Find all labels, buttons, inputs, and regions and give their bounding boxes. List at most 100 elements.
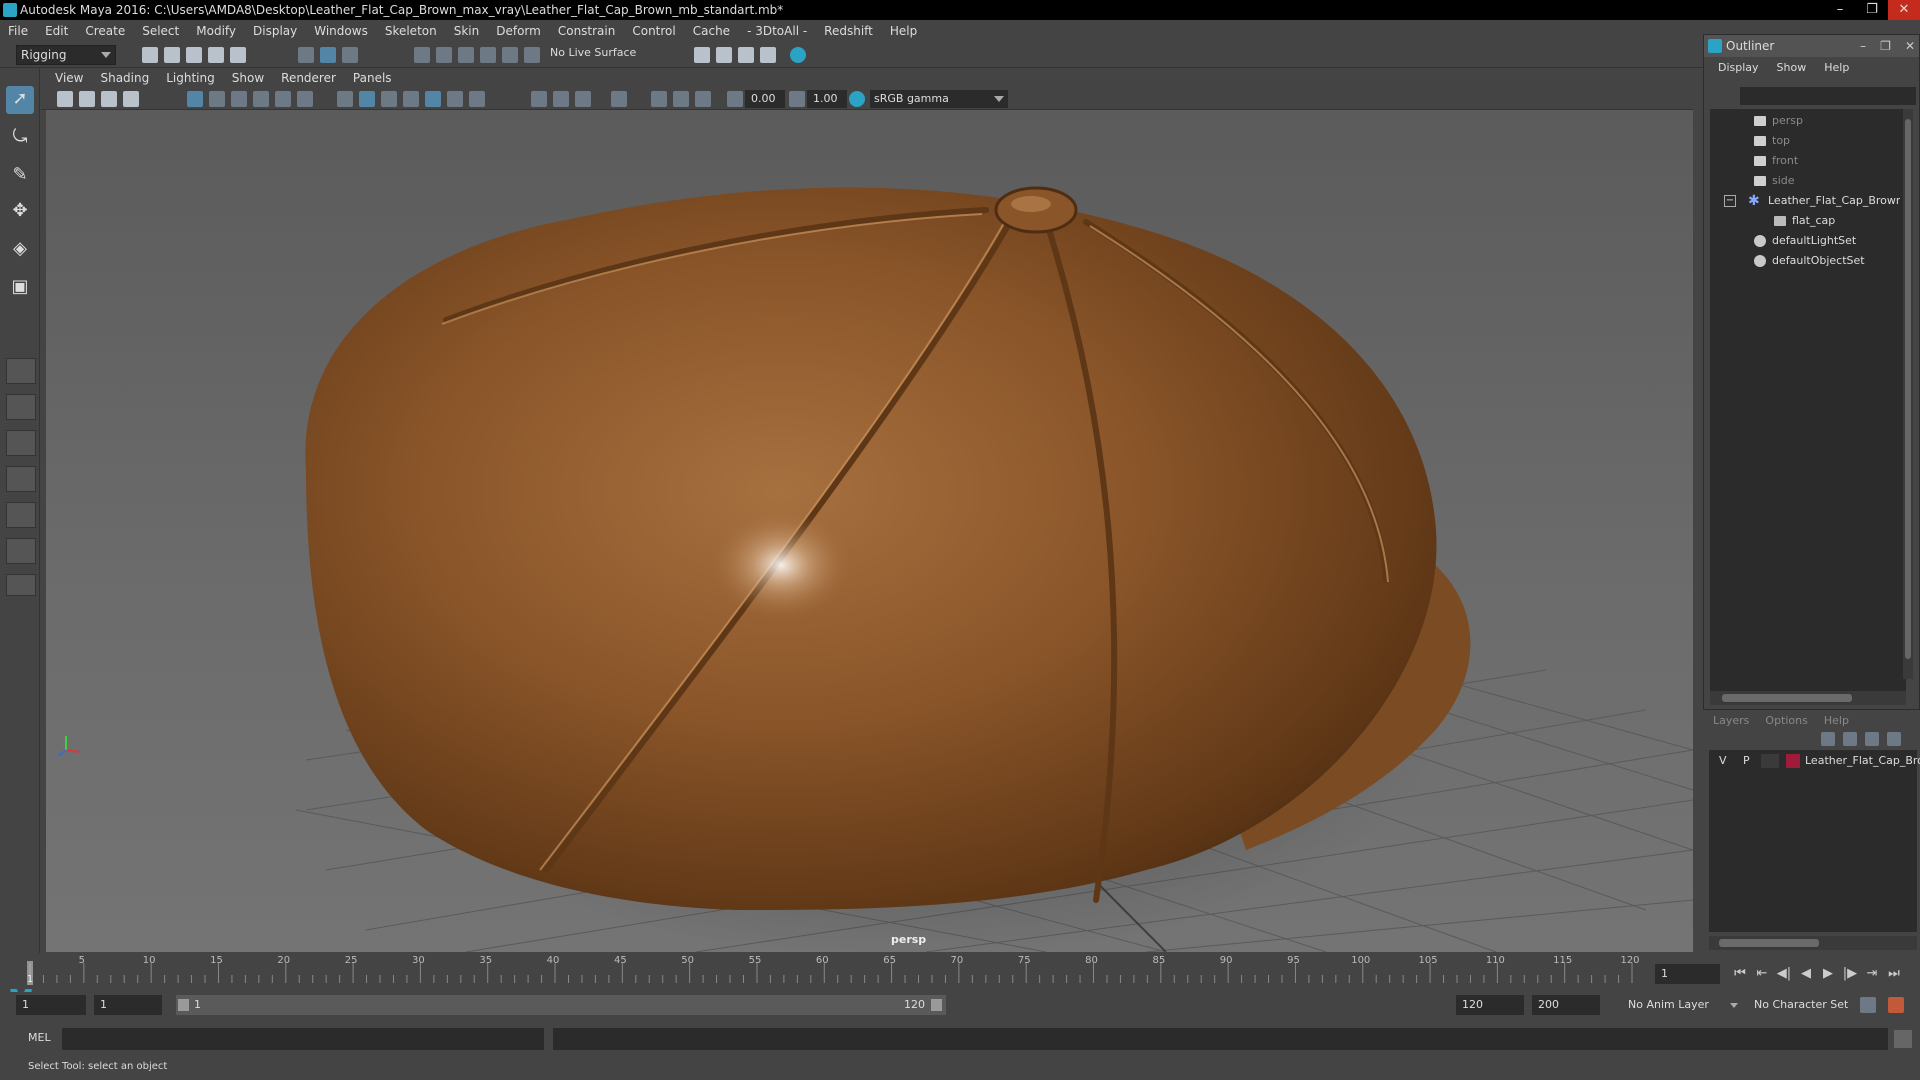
use-all-lights-icon[interactable] [447,91,463,107]
new-layer-icon[interactable] [1865,732,1879,746]
motion-blur-icon[interactable] [553,91,569,107]
snap-curve-icon[interactable] [436,47,452,63]
scale-tool[interactable]: ▣ [6,274,34,302]
lasso-tool[interactable]: ⤿ [6,124,34,152]
exposure-field[interactable]: 0.00 [745,90,785,108]
new-scene-icon[interactable] [142,47,158,63]
wireframe-icon[interactable] [337,91,353,107]
snap-live-icon[interactable] [502,47,518,63]
menu-help[interactable]: Help [890,24,917,38]
xray-joints-icon[interactable] [673,91,689,107]
outliner-list[interactable]: persp top front side − ✱ Leather_Flat_Cap_… [1710,109,1906,691]
panel-menu-panels[interactable]: Panels [353,71,392,85]
render-settings-icon[interactable] [694,47,710,63]
go-to-start-button[interactable]: ⏮ [1730,964,1750,984]
snap-grid-icon[interactable] [414,47,430,63]
render-current-icon[interactable] [716,47,732,63]
animation-end-field[interactable]: 200 [1532,995,1600,1015]
collapse-icon[interactable]: − [1724,195,1736,207]
outliner-item-front[interactable]: front [1710,151,1900,171]
wireframe-on-shaded-icon[interactable] [403,91,419,107]
persp-outliner-layout-button[interactable] [6,502,36,528]
persp-graph-layout-button[interactable] [6,466,36,492]
menu-file[interactable]: File [8,24,28,38]
persp-viewport[interactable]: persp [46,110,1693,952]
layer-visibility-toggle[interactable]: V [1719,750,1727,772]
gamma-field[interactable]: 1.00 [807,90,847,108]
menu-redshift[interactable]: Redshift [824,24,873,38]
panel-menu-view[interactable]: View [55,71,83,85]
menu-3dtoall[interactable]: - 3DtoAll - [747,24,807,38]
close-button[interactable]: ✕ [1888,0,1920,20]
menu-cache[interactable]: Cache [693,24,730,38]
range-start-handle[interactable] [178,999,189,1011]
layer-menu-help[interactable]: Help [1824,714,1849,727]
screen-space-ao-icon[interactable] [531,91,547,107]
animation-preferences-icon[interactable] [1888,997,1904,1013]
panel-menu-renderer[interactable]: Renderer [281,71,336,85]
bookmark-icon[interactable] [101,91,117,107]
panel-menu-show[interactable]: Show [232,71,264,85]
gamma-icon[interactable] [789,91,805,107]
rotate-tool[interactable]: ◈ [6,236,34,264]
play-forward-button[interactable]: ▶ [1818,964,1838,984]
step-forward-key-button[interactable]: ⇥ [1862,964,1882,984]
script-language-toggle[interactable]: MEL [28,1031,51,1044]
outliner-minimize-button[interactable]: – [1860,35,1866,57]
select-component-icon[interactable] [342,47,358,63]
layer-name[interactable]: Leather_Flat_Cap_Brov [1805,750,1920,772]
color-management-icon[interactable] [849,91,865,107]
menu-skin[interactable]: Skin [454,24,480,38]
resolution-gate-icon[interactable] [231,91,247,107]
go-to-end-button[interactable]: ⏭ [1884,964,1904,984]
panel-menu-shading[interactable]: Shading [100,71,149,85]
animation-start-field[interactable]: 1 [16,995,86,1015]
step-back-frame-button[interactable]: ◀︎| [1774,964,1794,984]
layer-menu-layers[interactable]: Layers [1713,714,1749,727]
panel-menu-lighting[interactable]: Lighting [166,71,215,85]
render-view-icon[interactable] [760,47,776,63]
character-set-dropdown[interactable]: No Character Set [1748,995,1868,1015]
open-scene-icon[interactable] [164,47,180,63]
menu-deform[interactable]: Deform [496,24,541,38]
layer-row[interactable]: V P Leather_Flat_Cap_Brov [1709,750,1920,772]
current-frame-field[interactable]: 1 [1655,964,1720,984]
select-object-icon[interactable] [320,47,336,63]
menu-skeleton[interactable]: Skeleton [385,24,437,38]
layer-horizontal-scrollbar[interactable] [1709,936,1917,950]
layer-menu-options[interactable]: Options [1765,714,1807,727]
layer-color-swatch[interactable] [1786,754,1800,768]
move-layer-down-icon[interactable] [1843,732,1857,746]
history-icon[interactable] [524,47,540,63]
select-hierarchy-icon[interactable] [298,47,314,63]
playback-end-field[interactable]: 120 [1456,995,1524,1015]
menu-control[interactable]: Control [632,24,675,38]
layer-playback-toggle[interactable]: P [1743,750,1750,772]
script-editor-icon[interactable] [1894,1030,1912,1048]
outliner-vertical-scrollbar[interactable] [1903,109,1913,679]
outliner-item-group[interactable]: − ✱ Leather_Flat_Cap_Brown [1710,191,1900,211]
menu-display[interactable]: Display [253,24,297,38]
scroll-thumb[interactable] [1905,119,1911,659]
snap-point-icon[interactable] [458,47,474,63]
select-tool[interactable]: ➚ [6,86,34,114]
menu-select[interactable]: Select [142,24,179,38]
outliner-item-persp[interactable]: persp [1710,111,1900,131]
minimize-button[interactable]: – [1824,0,1856,20]
field-chart-icon[interactable] [275,91,291,107]
live-surface-label[interactable]: No Live Surface [550,46,636,59]
layout-options-button[interactable] [6,574,36,596]
redo-icon[interactable] [230,47,246,63]
command-input[interactable] [62,1028,544,1050]
step-back-key-button[interactable]: ⇤ [1752,964,1772,984]
auto-key-icon[interactable] [1860,997,1876,1013]
outliner-item-side[interactable]: side [1710,171,1900,191]
range-end-handle[interactable] [931,999,942,1011]
play-backward-button[interactable]: ◀ [1796,964,1816,984]
exposure-icon[interactable] [727,91,743,107]
view-transform-dropdown[interactable]: sRGB gamma [870,90,1008,108]
outliner-horizontal-scrollbar[interactable] [1710,691,1906,705]
safe-action-icon[interactable] [297,91,313,107]
menu-edit[interactable]: Edit [45,24,68,38]
side-by-side-layout-button[interactable] [6,430,36,456]
